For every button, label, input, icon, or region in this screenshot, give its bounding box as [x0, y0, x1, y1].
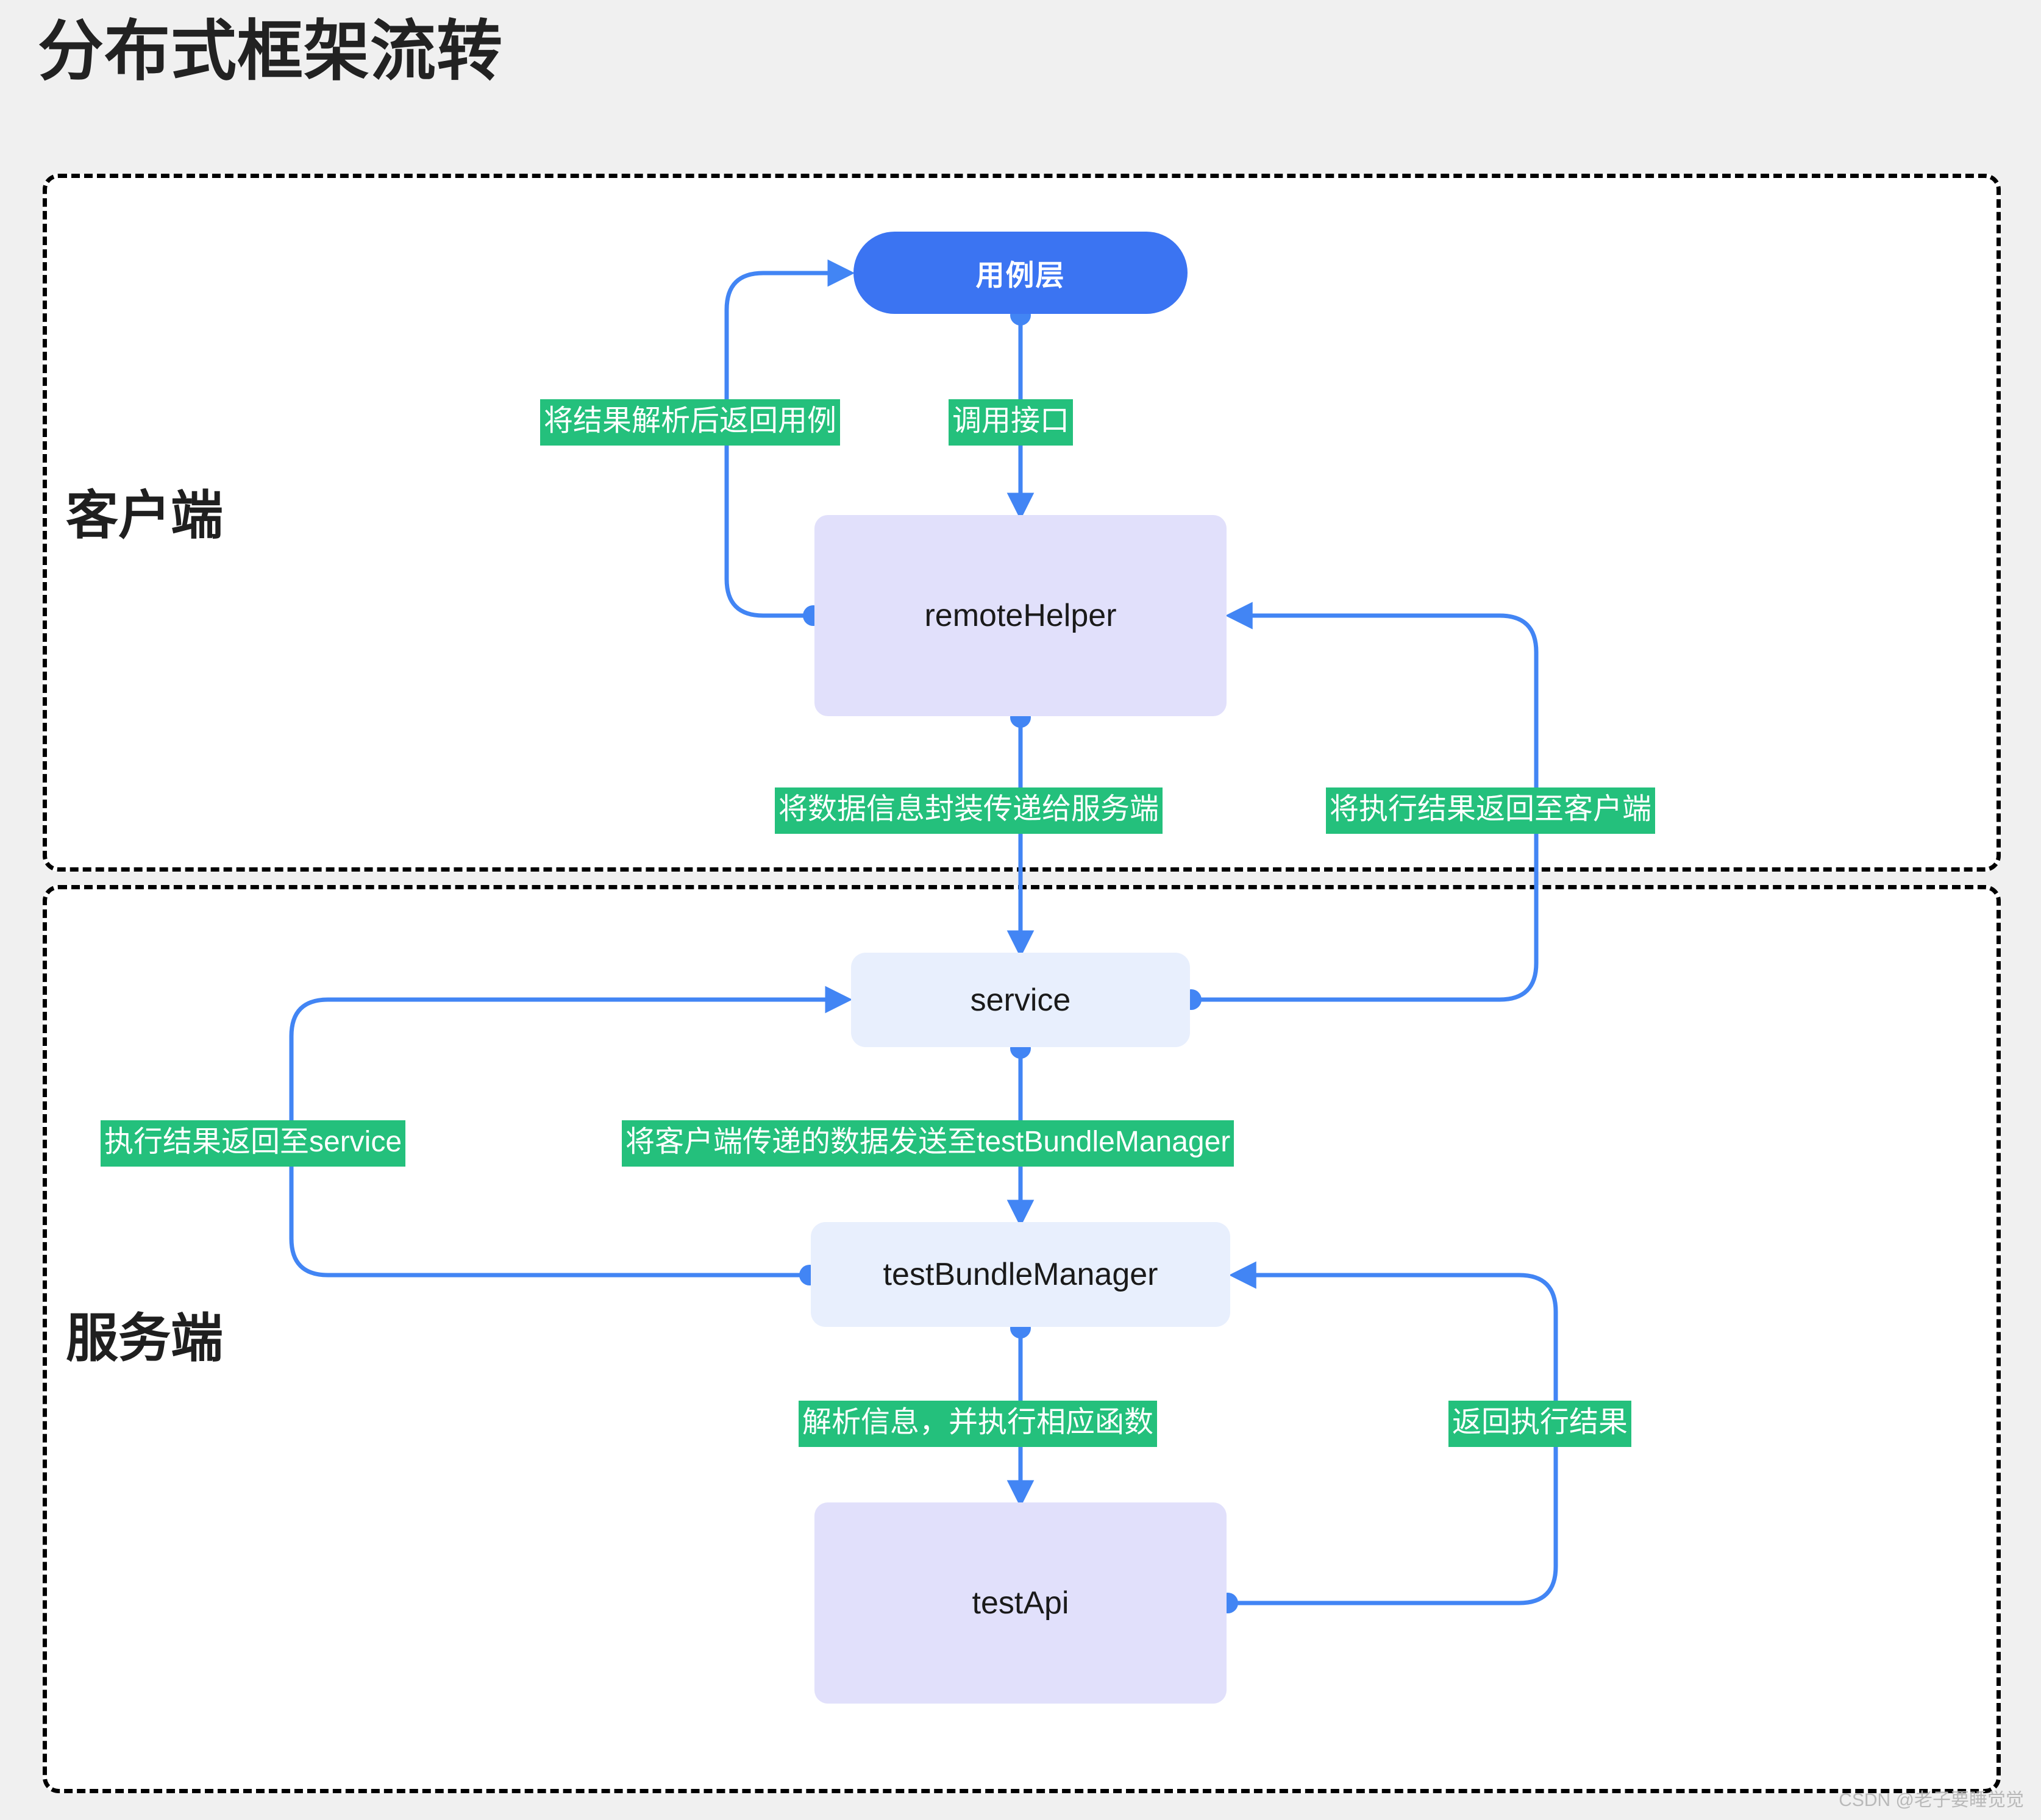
edge-label-testbundlemanager-to-testapi: 解析信息，并执行相应函数	[799, 1401, 1158, 1447]
node-usecase[interactable]: 用例层	[853, 232, 1188, 314]
edge-label-usecase-to-remotehelper: 调用接口	[949, 399, 1074, 446]
node-usecase-label: 用例层	[975, 259, 1066, 291]
zone-label-client: 客户端	[66, 486, 223, 545]
diagram-canvas: 分布式框架流转 客户端 服务端 用例层 remoteHelper service…	[0, 0, 2041, 1820]
node-testbundlemanager[interactable]: testBundleManager	[811, 1222, 1230, 1327]
edge-label-remotehelper-to-usecase: 将结果解析后返回用例	[540, 399, 841, 446]
node-service-label: service	[970, 982, 1071, 1018]
node-remotehelper[interactable]: remoteHelper	[814, 515, 1227, 716]
node-testapi[interactable]: testApi	[814, 1502, 1227, 1704]
edge-label-testapi-to-testbundlemanager: 返回执行结果	[1448, 1401, 1632, 1447]
watermark: CSDN @老子要睡觉觉	[1839, 1790, 2024, 1810]
edge-label-remotehelper-to-service: 将数据信息封装传递给服务端	[775, 787, 1163, 834]
edge-label-service-to-remotehelper: 将执行结果返回至客户端	[1326, 787, 1656, 834]
node-service[interactable]: service	[851, 953, 1190, 1047]
node-remotehelper-label: remoteHelper	[924, 598, 1117, 633]
node-testapi-label: testApi	[972, 1585, 1069, 1621]
edge-label-testbundlemanager-to-service: 执行结果返回至service	[101, 1120, 406, 1167]
edge-label-service-to-testbundlemanager: 将客户端传递的数据发送至testBundleManager	[622, 1120, 1234, 1167]
zone-label-server: 服务端	[66, 1309, 223, 1368]
node-testbundlemanager-label: testBundleManager	[883, 1257, 1158, 1292]
page-title: 分布式框架流转	[38, 14, 504, 88]
